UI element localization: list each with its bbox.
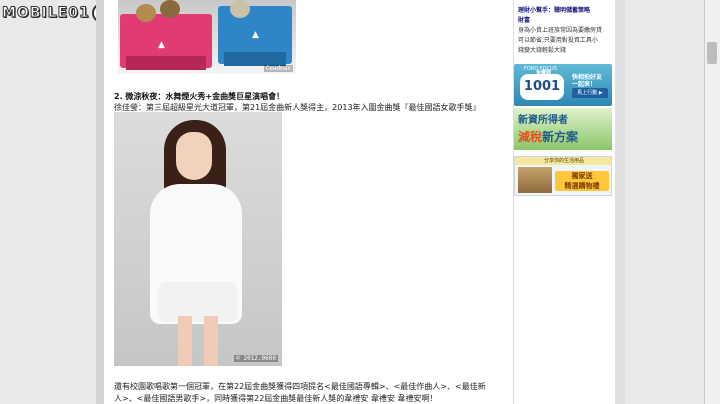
- section-heading: 2. 微涼秋夜：水舞煙火秀+金曲獎巨星演唱會！: [114, 92, 285, 101]
- left-gutter: [96, 0, 104, 404]
- right-gutter: [615, 0, 625, 404]
- logo-text: MOBILE01: [2, 5, 90, 22]
- home-ad-button[interactable]: 獨家送 精選購物禮: [555, 171, 609, 191]
- sidebar: [513, 0, 615, 404]
- photo-watermark: © 2012.0600: [234, 355, 278, 362]
- article-paragraph-line1: 還有校園歌唱歌第一個冠軍，在第22屆金曲獎獲得四項提名<最佳國語專輯>、<最佳作…: [114, 382, 486, 391]
- sidebar-line-1: 身為小資上班族常因為要繳房貸: [518, 27, 603, 34]
- ford-ad-banner[interactable]: FORD FOCUS 免費開 1001 快相拍好友 一起來！ 馬上行動 ▶: [514, 64, 612, 106]
- tax-ad-rest: 新方案: [542, 130, 579, 144]
- image-watermark: Ceadmax: [263, 65, 293, 72]
- article-paragraph-line2: 人>、<最佳國語男歌手>，同時獲得第22屆金曲獎最佳新人獎的韋禮安 韋禮安 韋禮…: [114, 394, 438, 403]
- home-ad-image: [518, 167, 552, 193]
- artist-photo: © 2012.0600: [114, 112, 282, 366]
- home-ad-header: 分享你的生活用品: [515, 157, 611, 165]
- tax-ad-banner[interactable]: 新資所得者 減稅新方案: [514, 108, 612, 150]
- sidebar-line-3: 錢變大錢輕鬆大錢: [518, 47, 567, 54]
- sidebar-line-2: 可以節省,只要用對投資工具小: [518, 37, 598, 44]
- ford-ad-cta-2: 一起來！: [572, 81, 597, 88]
- home-ad-banner[interactable]: 分享你的生活用品 獨家送 精選購物禮: [514, 156, 612, 196]
- ford-ad-go-button[interactable]: 馬上行動 ▶: [572, 88, 608, 98]
- scrollbar-thumb[interactable]: [707, 42, 717, 64]
- tax-ad-title: 新資所得者: [518, 115, 568, 126]
- tax-ad-highlight: 減稅: [518, 130, 543, 144]
- sidebar-headline-2[interactable]: 財富: [518, 15, 530, 24]
- home-ad-button-line2: 精選購物禮: [564, 182, 600, 190]
- product-photo-picnic-baskets: ▲ ▲ Ceadmax: [118, 0, 296, 74]
- home-ad-button-line1: 獨家送: [571, 172, 593, 180]
- sidebar-headline[interactable]: 理財小幫手：聰明儲蓄策略: [518, 5, 590, 14]
- ford-ad-number: 1001: [520, 74, 564, 100]
